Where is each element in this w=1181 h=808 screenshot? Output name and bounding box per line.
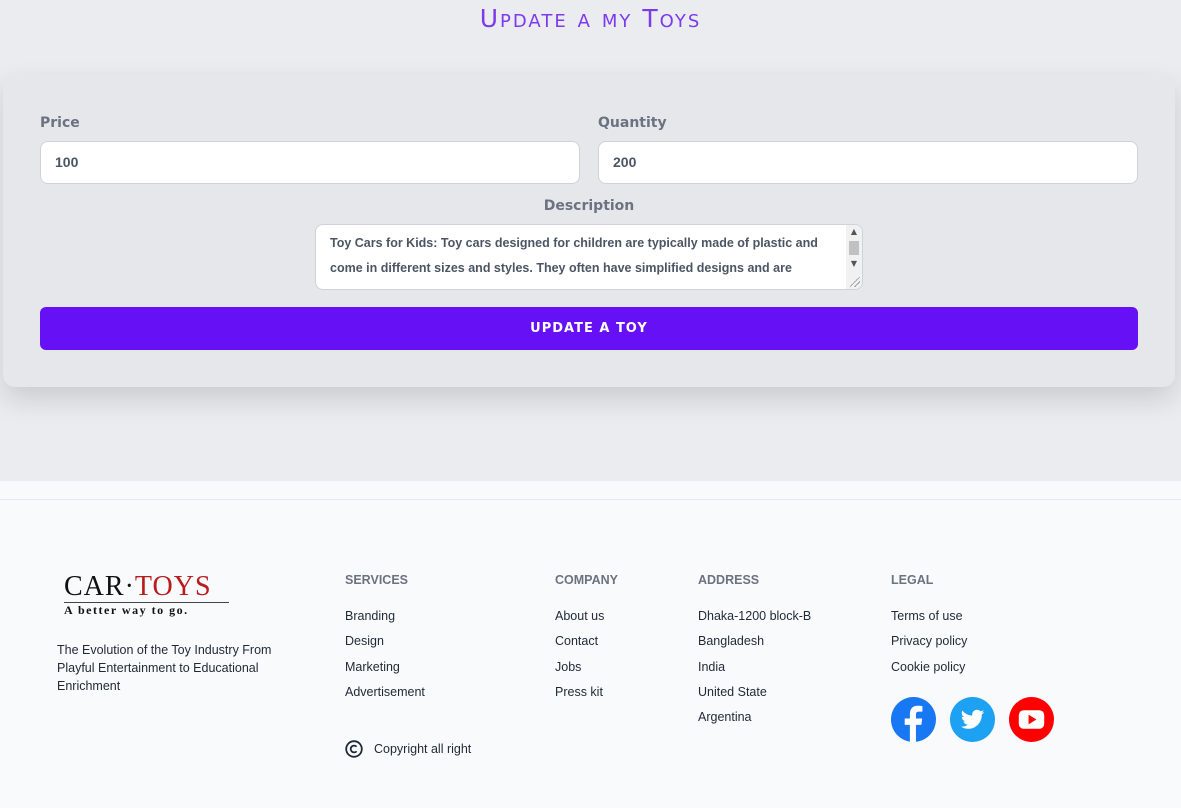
- update-toy-button[interactable]: UPDATE A TOY: [40, 307, 1138, 350]
- address-line: United State: [698, 684, 767, 699]
- logo[interactable]: CAR·TOYS A better way to go.: [64, 571, 234, 617]
- description-text: Toy Cars for Kids: Toy cars designed for…: [330, 236, 818, 275]
- quantity-input[interactable]: 200: [598, 141, 1138, 184]
- address-line: Argentina: [698, 710, 752, 725]
- logo-underline: [64, 602, 229, 603]
- logo-separator: ·: [124, 571, 135, 602]
- legal-link[interactable]: Terms of use: [891, 604, 967, 629]
- twitter-icon[interactable]: [950, 697, 995, 742]
- company-link[interactable]: About us: [555, 604, 604, 629]
- price-input[interactable]: 100: [40, 141, 580, 184]
- company-list: About us Contact Jobs Press kit: [555, 604, 604, 705]
- legal-link[interactable]: Privacy policy: [891, 629, 967, 654]
- address-line: India: [698, 659, 726, 674]
- company-heading: COMPANY: [555, 573, 618, 587]
- address-list: Dhaka-1200 block-B Bangladesh India Unit…: [698, 604, 811, 730]
- scroll-thumb[interactable]: [849, 241, 859, 255]
- copyright: Copyright all right: [345, 740, 471, 758]
- facebook-icon[interactable]: [891, 697, 936, 742]
- address-line: Bangladesh: [698, 634, 765, 649]
- main-section: Update a my Toys Price 100 Quantity 200 …: [0, 0, 1181, 481]
- youtube-icon[interactable]: [1009, 697, 1054, 742]
- scroll-up-arrow-icon[interactable]: ▲: [846, 225, 862, 239]
- services-heading: SERVICES: [345, 573, 408, 587]
- update-toy-form: Price 100 Quantity 200 Description Toy C…: [3, 75, 1175, 387]
- price-label: Price: [40, 115, 80, 131]
- logo-tagline: A better way to go.: [64, 603, 189, 617]
- logo-text-car: CAR: [64, 571, 125, 602]
- description-label: Description: [543, 198, 635, 214]
- services-link[interactable]: Branding: [345, 604, 425, 629]
- services-link[interactable]: Marketing: [345, 655, 425, 680]
- services-list: Branding Design Marketing Advertisement: [345, 604, 425, 705]
- copyright-icon: [345, 740, 363, 758]
- company-link[interactable]: Jobs: [555, 655, 604, 680]
- address-heading: ADDRESS: [698, 573, 760, 587]
- copyright-text: Copyright all right: [374, 742, 472, 756]
- scroll-down-arrow-icon[interactable]: ▼: [846, 257, 862, 271]
- footer-divider: [0, 499, 1181, 500]
- company-link[interactable]: Press kit: [555, 680, 604, 705]
- about-text: The Evolution of the Toy Industry From P…: [57, 643, 272, 693]
- legal-link[interactable]: Cookie policy: [891, 655, 967, 680]
- logo-text-toys: TOYS: [134, 571, 212, 602]
- quantity-label: Quantity: [598, 115, 667, 131]
- services-link[interactable]: Advertisement: [345, 680, 425, 705]
- company-link[interactable]: Contact: [555, 629, 604, 654]
- address-line: Dhaka-1200 block-B: [698, 609, 812, 623]
- page-title: Update a my Toys: [479, 4, 702, 33]
- resize-grip-icon[interactable]: [850, 277, 860, 287]
- legal-heading: LEGAL: [891, 573, 934, 587]
- legal-list: Terms of use Privacy policy Cookie polic…: [891, 604, 967, 680]
- services-link[interactable]: Design: [345, 629, 425, 654]
- description-textarea[interactable]: Toy Cars for Kids: Toy cars designed for…: [315, 224, 863, 290]
